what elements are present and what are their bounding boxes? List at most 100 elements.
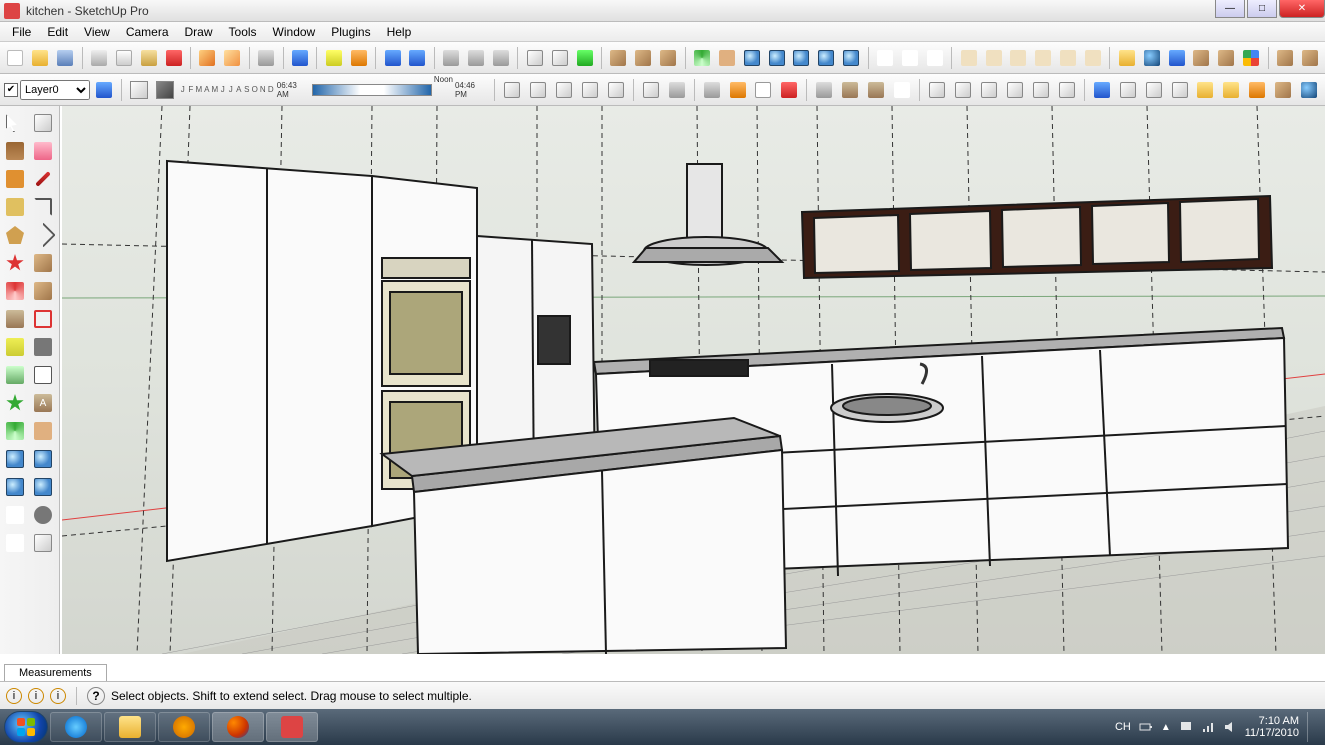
previous-tool[interactable]	[2, 474, 28, 500]
menu-camera[interactable]: Camera	[118, 23, 177, 41]
cut-button[interactable]	[88, 46, 111, 70]
tray-network-icon[interactable]	[1201, 720, 1215, 734]
backedges-button[interactable]	[665, 78, 689, 102]
menu-file[interactable]: File	[4, 23, 39, 41]
line-tool[interactable]	[30, 166, 56, 192]
google-earth-button[interactable]	[1140, 46, 1163, 70]
open-file-button[interactable]	[29, 46, 52, 70]
tool-r-icon[interactable]	[381, 46, 404, 70]
right-view-button[interactable]	[1032, 46, 1055, 70]
freehand-tool[interactable]	[30, 222, 56, 248]
xray-button[interactable]	[639, 78, 663, 102]
undo-button[interactable]	[196, 46, 219, 70]
import-button[interactable]	[1298, 46, 1321, 70]
zoom-window-button[interactable]	[765, 46, 788, 70]
dc-config-button[interactable]	[1168, 78, 1192, 102]
tray-language[interactable]: CH	[1115, 721, 1131, 733]
section-cut-button[interactable]	[777, 78, 801, 102]
share-model-button[interactable]	[632, 46, 655, 70]
protractor-tool[interactable]	[2, 362, 28, 388]
shadow-toggle-button[interactable]	[127, 78, 151, 102]
tray-clock[interactable]: 7:10 AM 11/17/2010	[1245, 715, 1299, 739]
start-button[interactable]	[4, 711, 48, 743]
tape-measure-tool[interactable]	[2, 334, 28, 360]
zoom-tool[interactable]	[2, 446, 28, 472]
3d-text-tool[interactable]: A	[30, 390, 56, 416]
sandbox-smoove-button[interactable]	[864, 78, 888, 102]
pan-tool[interactable]	[30, 418, 56, 444]
measurements-tab[interactable]: Measurements	[4, 664, 107, 681]
position-camera-tool[interactable]	[2, 502, 28, 528]
scale-tool[interactable]	[2, 306, 28, 332]
walk-tool[interactable]	[2, 530, 28, 556]
dimension-tool[interactable]	[30, 334, 56, 360]
solid-outer-button[interactable]	[925, 78, 949, 102]
text-tool[interactable]	[30, 362, 56, 388]
look-around-button[interactable]	[923, 46, 946, 70]
walk-button[interactable]	[898, 46, 921, 70]
section-plane-button[interactable]	[726, 78, 750, 102]
style-shaded-button[interactable]	[552, 78, 576, 102]
circle-tool[interactable]	[2, 194, 28, 220]
rotate-tool[interactable]	[2, 278, 28, 304]
sandbox-stamp-button[interactable]	[890, 78, 914, 102]
rectangle-tool[interactable]	[2, 166, 28, 192]
section-front-button[interactable]	[440, 46, 463, 70]
layer-dropdown[interactable]: Layer0	[20, 80, 90, 100]
tool-help-icon[interactable]	[406, 46, 429, 70]
model-canvas[interactable]	[62, 106, 1325, 654]
zoom-extents-tool[interactable]	[30, 474, 56, 500]
show-desktop-button[interactable]	[1307, 712, 1315, 742]
model-info-button[interactable]	[289, 46, 312, 70]
paste-button[interactable]	[137, 46, 160, 70]
maximize-button[interactable]: □	[1247, 0, 1277, 18]
status-info-3-icon[interactable]: i	[50, 688, 66, 704]
taskbar-explorer[interactable]	[104, 712, 156, 742]
solid-trim-button[interactable]	[1029, 78, 1053, 102]
arc-tool[interactable]	[30, 194, 56, 220]
status-info-1-icon[interactable]: i	[6, 688, 22, 704]
push-pull-tool[interactable]	[30, 250, 56, 276]
help-icon[interactable]: ?	[87, 687, 105, 705]
taskbar-ie[interactable]	[50, 712, 102, 742]
make-component-tool[interactable]	[30, 110, 56, 136]
solid-union-button[interactable]	[977, 78, 1001, 102]
shadow-dark-button[interactable]	[153, 78, 177, 102]
taskbar-sketchup[interactable]	[266, 712, 318, 742]
tray-volume-icon[interactable]	[1223, 720, 1237, 734]
zoom-window-tool[interactable]	[30, 446, 56, 472]
iso-view-button[interactable]	[957, 46, 980, 70]
position-camera-button[interactable]	[874, 46, 897, 70]
menu-window[interactable]: Window	[265, 23, 324, 41]
solid-subtract-button[interactable]	[1003, 78, 1027, 102]
outliner-button[interactable]	[548, 46, 571, 70]
minimize-button[interactable]: —	[1215, 0, 1245, 18]
previous-view-button[interactable]	[815, 46, 838, 70]
top-view-button[interactable]	[982, 46, 1005, 70]
tray-up-arrow-icon[interactable]: ▲	[1161, 722, 1171, 733]
zoom-extents-button[interactable]	[790, 46, 813, 70]
axes-tool-button[interactable]	[700, 78, 724, 102]
menu-draw[interactable]: Draw	[177, 23, 221, 41]
menu-help[interactable]: Help	[379, 23, 420, 41]
select-tool[interactable]	[2, 110, 28, 136]
sandbox-scratch-button[interactable]	[838, 78, 862, 102]
back-view-button[interactable]	[1057, 46, 1080, 70]
orbit-tool[interactable]	[2, 418, 28, 444]
tray-battery-icon[interactable]	[1139, 720, 1153, 734]
month-strip[interactable]: JFMAMJJASOND	[179, 85, 275, 94]
delete-button[interactable]	[162, 46, 185, 70]
style-textured-button[interactable]	[578, 78, 602, 102]
style-wireframe-button[interactable]	[500, 78, 524, 102]
redo-button[interactable]	[221, 46, 244, 70]
dc-attributes-button[interactable]	[1142, 78, 1166, 102]
dc-options-button[interactable]	[1116, 78, 1140, 102]
materials-button[interactable]	[573, 46, 596, 70]
tray-action-icon[interactable]	[1179, 720, 1193, 734]
section-plane-tool[interactable]	[30, 530, 56, 556]
layer-visible-checkbox[interactable]: ✔	[4, 83, 18, 97]
orbit-button[interactable]	[691, 46, 714, 70]
menu-view[interactable]: View	[76, 23, 118, 41]
component-button[interactable]	[523, 46, 546, 70]
shadow-time-slider[interactable]	[312, 84, 431, 96]
